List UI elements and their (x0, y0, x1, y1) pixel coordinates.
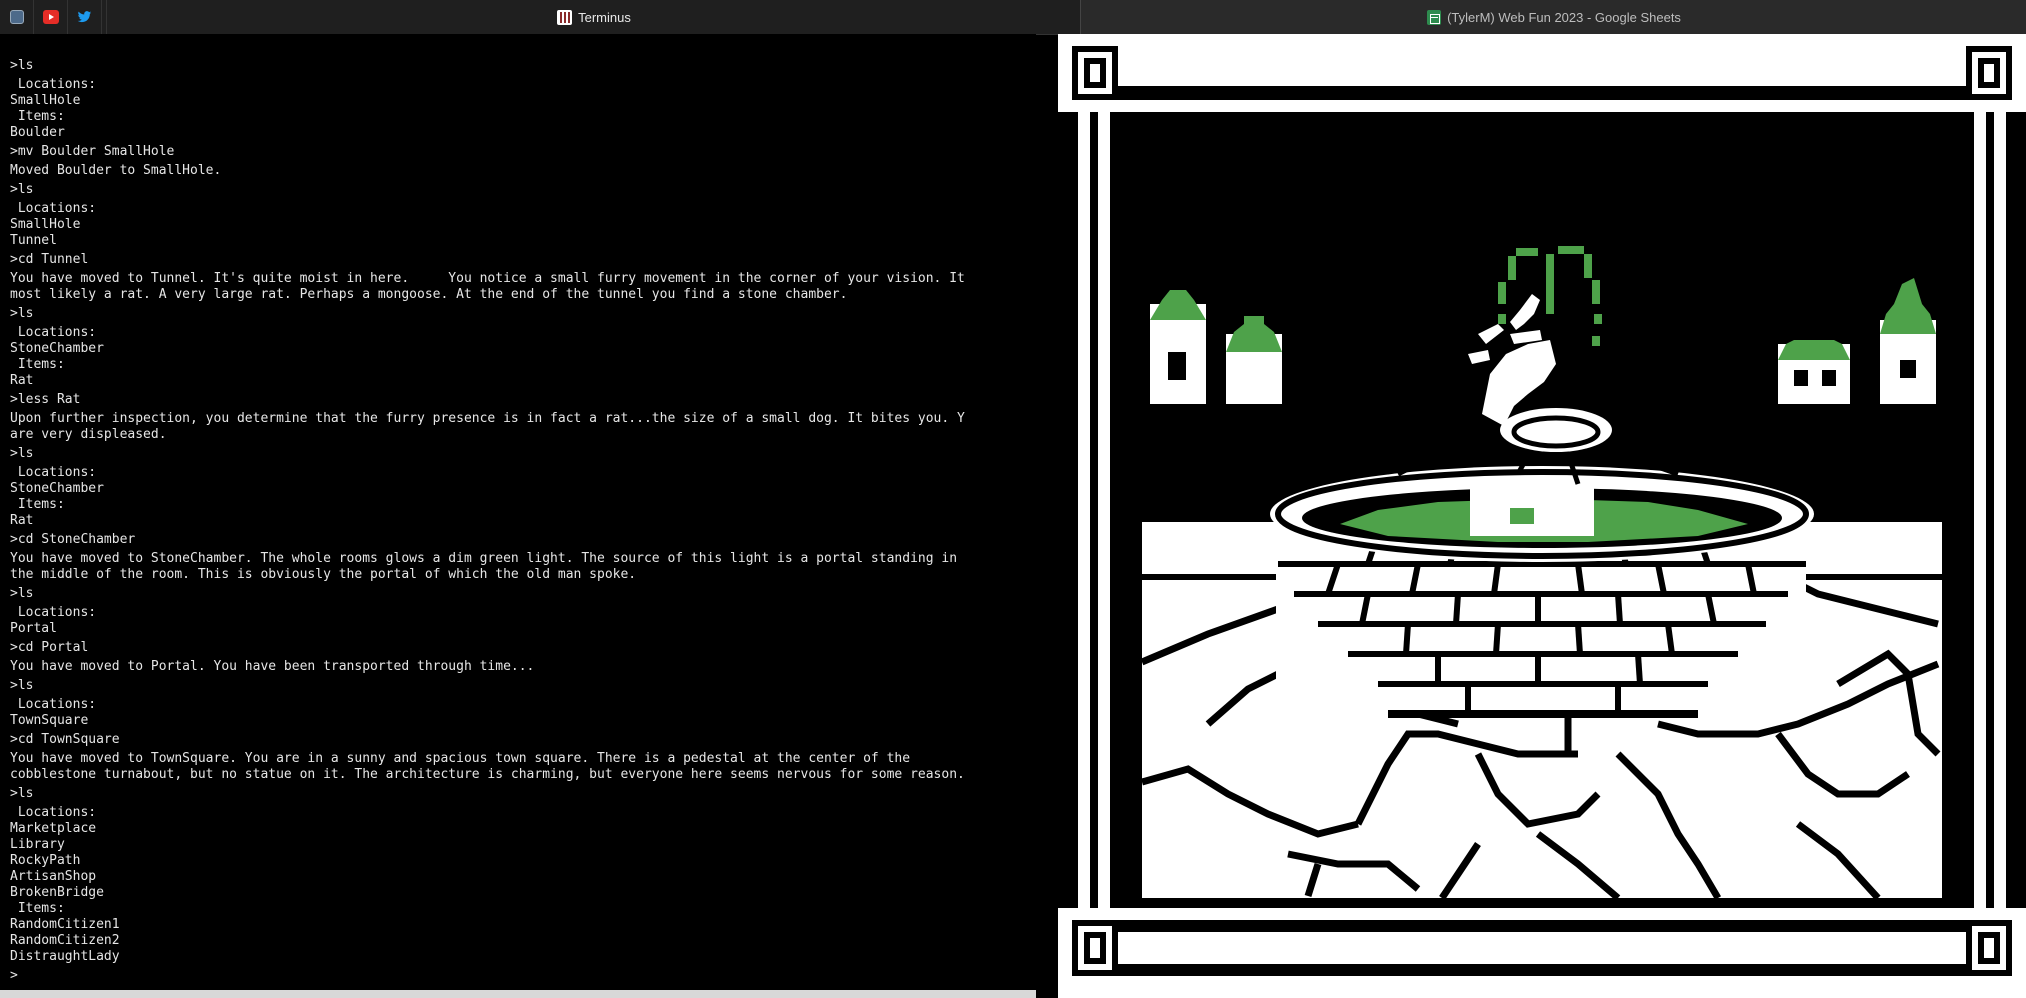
terminal-output-block: Locations: Marketplace Library RockyPath… (10, 805, 120, 964)
terminal-output-block: Locations: SmallHole Items: Boulder (10, 77, 97, 140)
terminal-output-block: You have moved to Portal. You have been … (10, 659, 535, 674)
terminal-command-line: >ls (10, 182, 34, 197)
tab-terminus[interactable]: Terminus (106, 0, 1081, 34)
terminal-command-line: >cd StoneChamber (10, 532, 136, 547)
terminal-prompt[interactable]: > (10, 968, 1036, 984)
terminal-command-line: >ls (10, 786, 34, 801)
terminal-output-block: Locations: SmallHole Tunnel (10, 201, 97, 248)
fountain (1270, 246, 1814, 718)
game-scene-panel (1058, 34, 2026, 998)
twitter-icon (77, 10, 93, 24)
terminal-command-line: >cd Tunnel (10, 252, 89, 267)
terminal-output[interactable]: >ls Locations: SmallHole Items: Boulder >… (0, 34, 1036, 992)
town-square-pixel-art (1058, 34, 2026, 998)
terminal-output-block: Locations: TownSquare (10, 697, 97, 728)
terminal-command-line: >cd Portal (10, 640, 89, 655)
terminal-output-block: Locations: StoneChamber Items: Rat (10, 325, 104, 388)
terminal-command-line: >ls (10, 306, 34, 321)
terminal-lines: >ls Locations: SmallHole Items: Boulder >… (10, 55, 1036, 984)
browser-tab-bar: Terminus (TylerM) Web Fun 2023 - Google … (0, 0, 2026, 35)
terminal-command-line: >ls (10, 678, 34, 693)
terminal-command-line: >cd TownSquare (10, 732, 120, 747)
app-icon (9, 10, 24, 24)
terminal-scrollbar-track[interactable] (0, 990, 1036, 998)
terminal-output-block: You have moved to Tunnel. It's quite moi… (10, 271, 965, 302)
terminal-command-line: >ls (10, 446, 34, 461)
terminal-output-block: Upon further inspection, you determine t… (10, 411, 965, 442)
pinned-tabs (0, 0, 102, 34)
terminal-output-block: Locations: Portal (10, 605, 97, 636)
pinned-tab-app[interactable] (0, 0, 34, 34)
tab-google-sheets[interactable]: (TylerM) Web Fun 2023 - Google Sheets (1080, 0, 2026, 34)
houses (1150, 278, 1936, 404)
pinned-tab-youtube[interactable] (34, 0, 68, 34)
google-sheets-icon (1427, 9, 1442, 25)
terminal-command-line: >mv Boulder SmallHole (10, 144, 175, 159)
terminal-icon (557, 9, 573, 25)
terminal-output-block: You have moved to StoneChamber. The whol… (10, 551, 958, 582)
terminal-command-line: >ls (10, 586, 34, 601)
terminal-command-line: >ls (10, 58, 34, 73)
tab-google-sheets-title: (TylerM) Web Fun 2023 - Google Sheets (1447, 9, 1681, 25)
terminal-output-block: Moved Boulder to SmallHole. (10, 163, 222, 178)
youtube-icon (42, 10, 59, 24)
terminal-output-block: You have moved to TownSquare. You are in… (10, 751, 965, 782)
terminal-command-line: >less Rat (10, 392, 81, 407)
tab-terminus-title: Terminus (578, 9, 631, 25)
pinned-tab-twitter[interactable] (68, 0, 102, 34)
terminal-output-block: Locations: StoneChamber Items: Rat (10, 465, 104, 528)
